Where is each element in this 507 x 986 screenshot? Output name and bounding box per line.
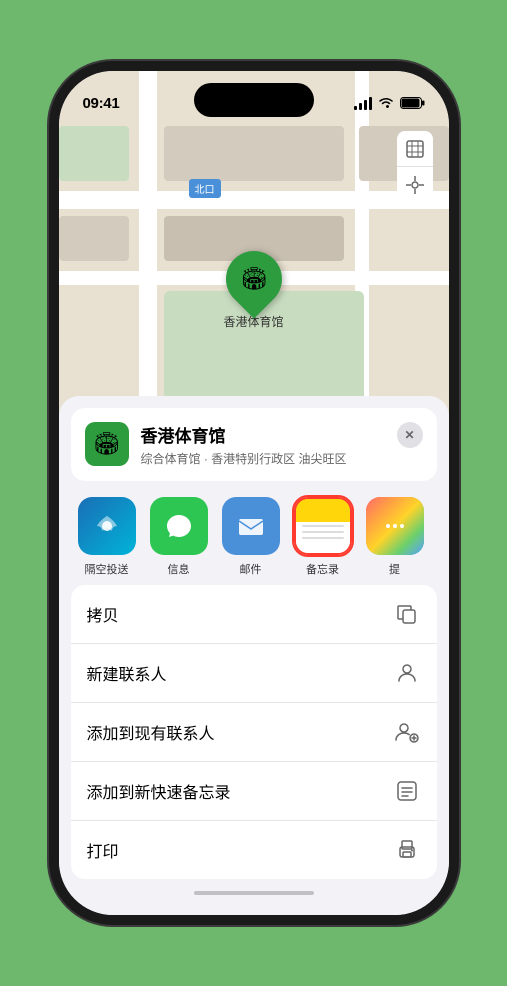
- action-add-note-label: 添加到新快速备忘录: [87, 779, 231, 803]
- mail-icon: [222, 497, 280, 555]
- share-messages[interactable]: 信息: [143, 497, 215, 577]
- venue-info: 香港体育馆 综合体育馆 · 香港特别行政区 油尖旺区: [141, 422, 423, 467]
- location-pin: 🏟 香港体育馆: [223, 251, 283, 330]
- notes-icon: [294, 497, 352, 555]
- wifi-icon: [378, 97, 394, 109]
- bottom-sheet: 🏟 香港体育馆 综合体育馆 · 香港特别行政区 油尖旺区 ✕ 隔空投送: [59, 396, 449, 915]
- venue-subtitle: 综合体育馆 · 香港特别行政区 油尖旺区: [141, 450, 423, 467]
- action-add-note[interactable]: 添加到新快速备忘录: [71, 762, 437, 821]
- status-icons: [354, 96, 425, 110]
- share-airdrop[interactable]: 隔空投送: [71, 497, 143, 577]
- location-button[interactable]: [397, 167, 433, 203]
- airdrop-icon: [78, 497, 136, 555]
- map-type-button[interactable]: [397, 131, 433, 167]
- mail-label: 邮件: [240, 561, 262, 577]
- home-indicator: [59, 891, 449, 895]
- action-add-existing-label: 添加到现有联系人: [87, 720, 215, 744]
- note-icon: [393, 777, 421, 805]
- phone-frame: 09:41: [59, 71, 449, 915]
- pin-circle: 🏟: [214, 239, 293, 318]
- venue-name: 香港体育馆: [141, 422, 423, 447]
- signal-bars-icon: [354, 96, 372, 110]
- action-new-contact[interactable]: 新建联系人: [71, 644, 437, 703]
- north-exit-label: 北口: [189, 179, 221, 198]
- action-print-label: 打印: [87, 838, 119, 862]
- pin-emoji: 🏟: [240, 266, 268, 292]
- battery-icon: [400, 97, 425, 109]
- action-add-existing[interactable]: 添加到现有联系人: [71, 703, 437, 762]
- notes-label: 备忘录: [306, 561, 339, 577]
- action-new-contact-label: 新建联系人: [87, 661, 167, 685]
- share-more[interactable]: 提: [359, 497, 431, 577]
- share-notes[interactable]: 备忘录: [287, 497, 359, 577]
- venue-icon: 🏟: [85, 422, 129, 466]
- print-icon: [393, 836, 421, 864]
- action-print[interactable]: 打印: [71, 821, 437, 879]
- dynamic-island: [194, 83, 314, 117]
- copy-icon: [393, 600, 421, 628]
- airdrop-label: 隔空投送: [85, 561, 129, 577]
- person-icon: [393, 659, 421, 687]
- action-copy-label: 拷贝: [87, 602, 119, 626]
- more-icon: [366, 497, 424, 555]
- messages-label: 信息: [168, 561, 190, 577]
- share-mail[interactable]: 邮件: [215, 497, 287, 577]
- close-button[interactable]: ✕: [397, 422, 423, 448]
- venue-card: 🏟 香港体育馆 综合体育馆 · 香港特别行政区 油尖旺区 ✕: [71, 408, 437, 481]
- share-row: 隔空投送 信息 邮件: [59, 489, 449, 585]
- messages-icon: [150, 497, 208, 555]
- person-add-icon: [393, 718, 421, 746]
- more-label: 提: [389, 561, 400, 577]
- action-copy[interactable]: 拷贝: [71, 585, 437, 644]
- action-list: 拷贝 新建联系人: [71, 585, 437, 879]
- status-time: 09:41: [83, 95, 120, 112]
- map-controls: [397, 131, 433, 203]
